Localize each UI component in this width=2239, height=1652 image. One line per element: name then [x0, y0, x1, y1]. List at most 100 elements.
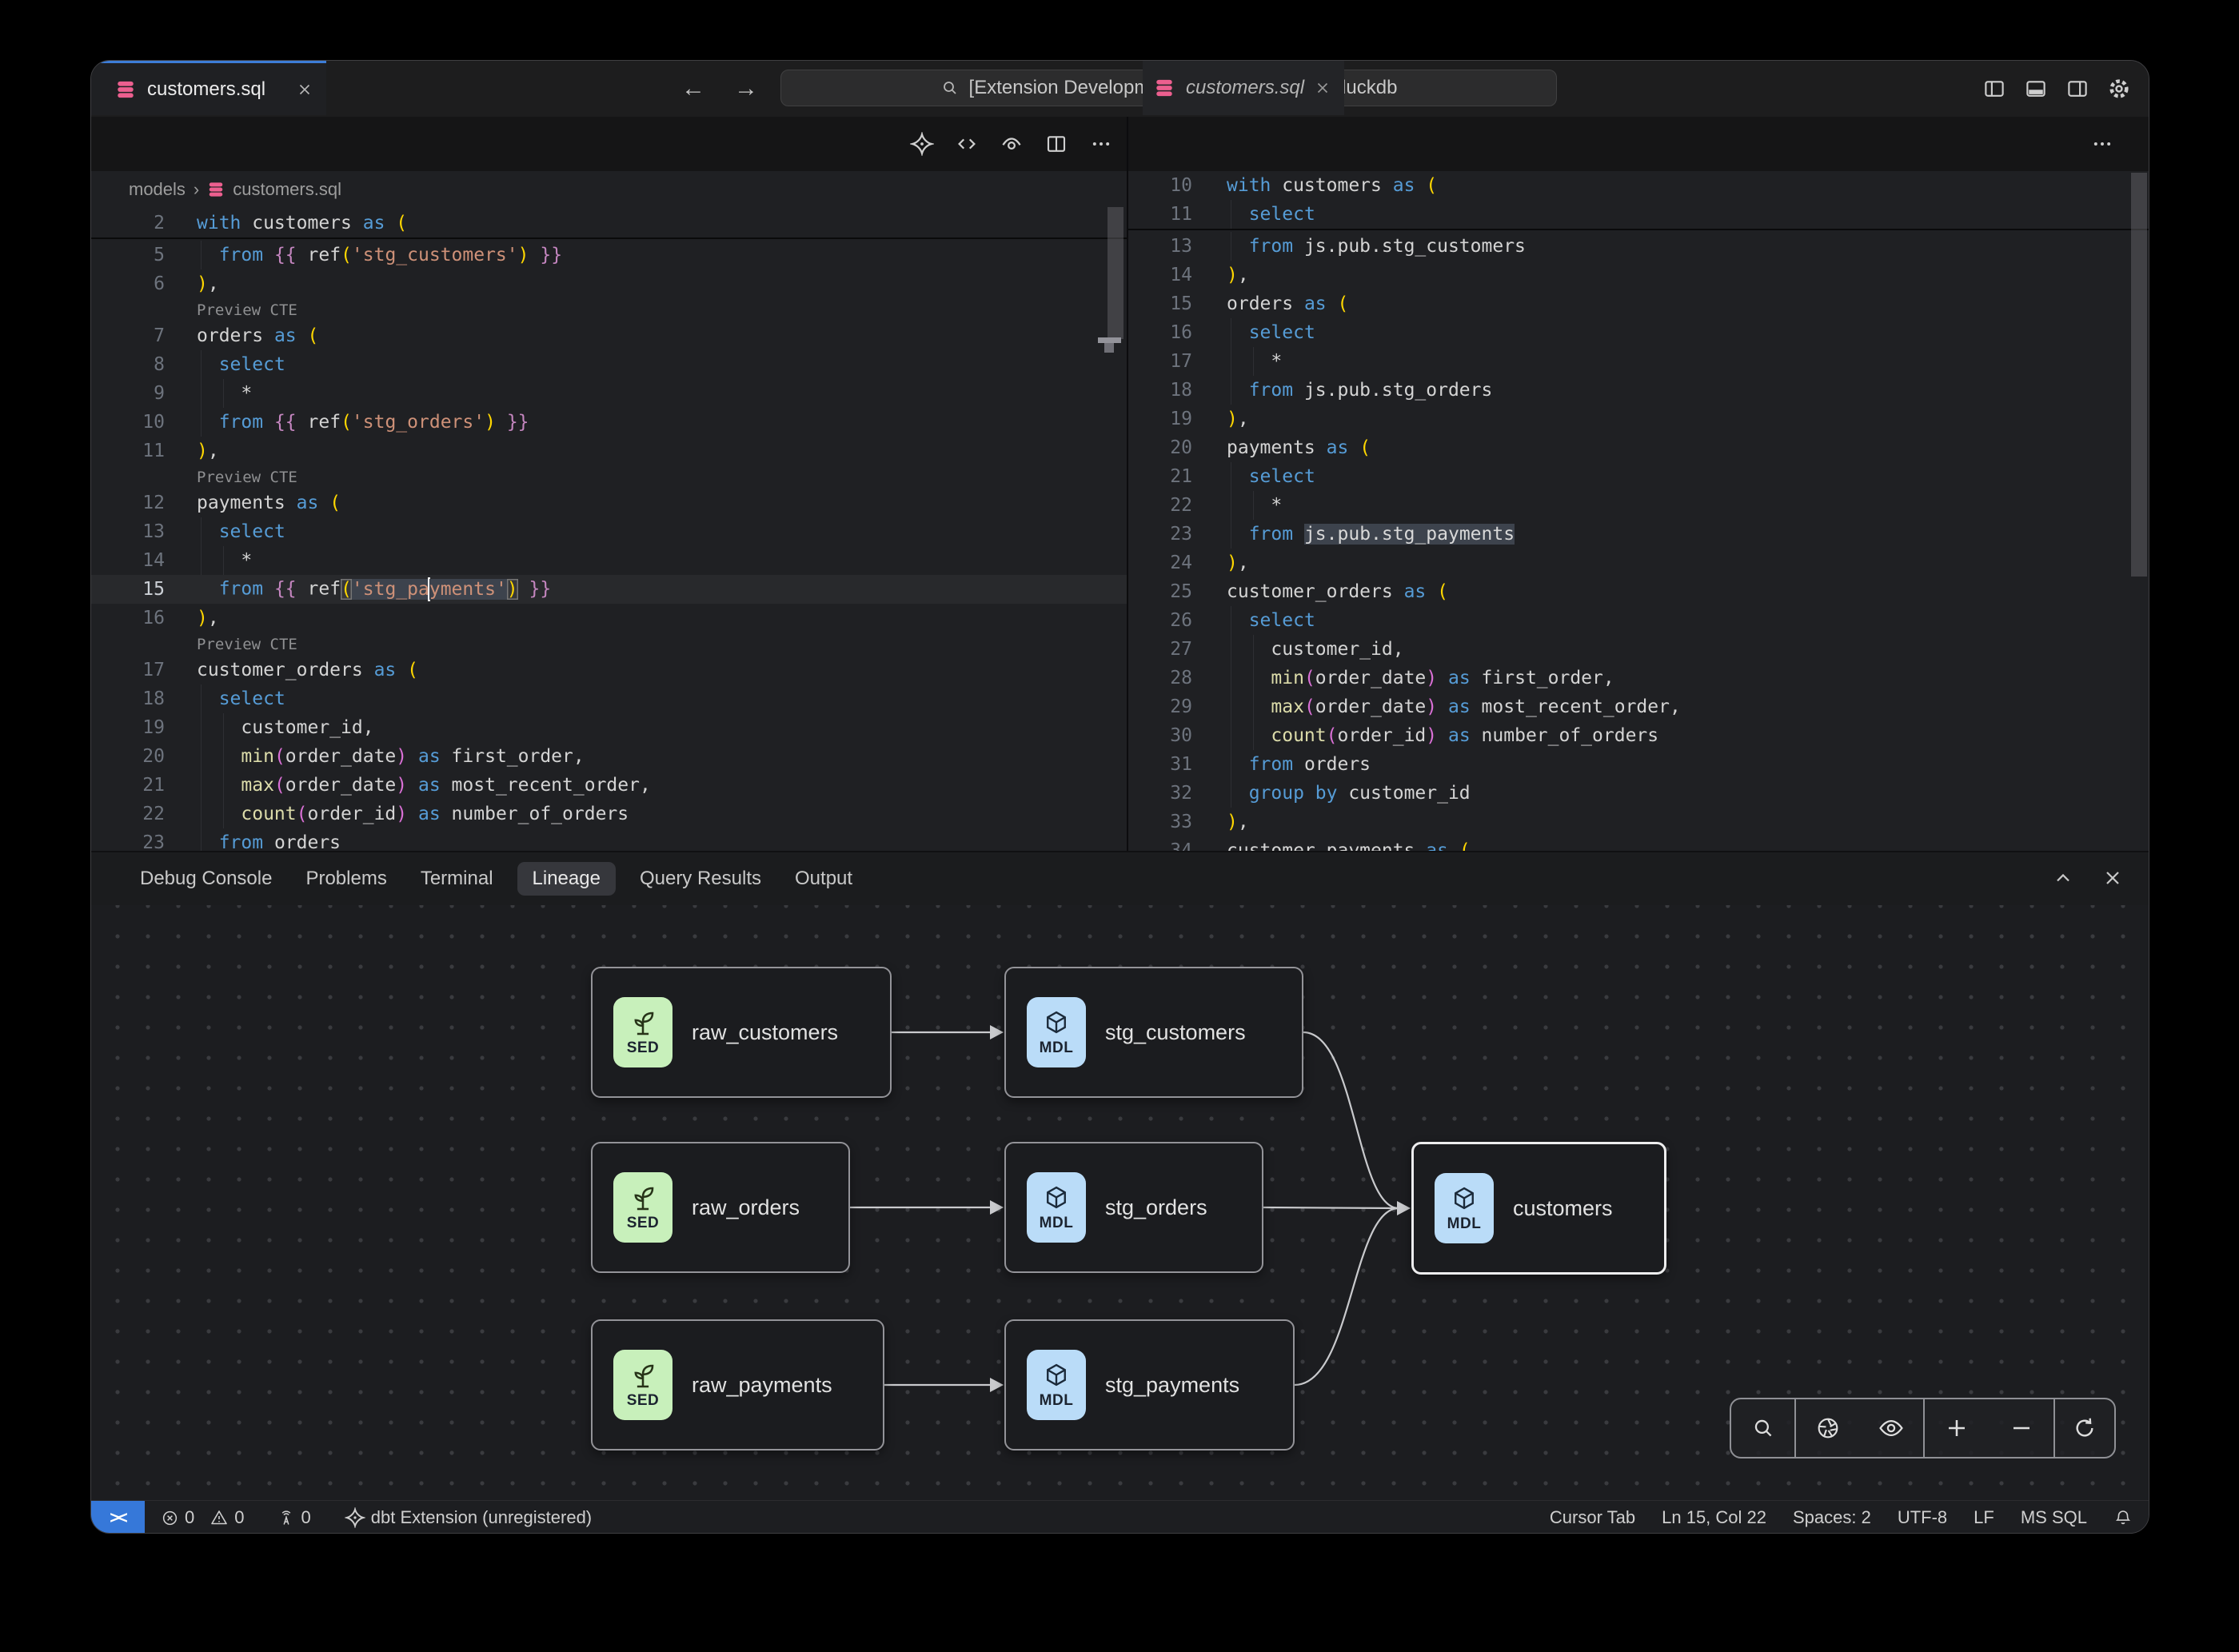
lineage-node-customers[interactable]: MDLcustomers — [1411, 1142, 1666, 1275]
close-tab-icon[interactable] — [296, 81, 313, 98]
code-line-left-10[interactable]: 10 from {{ ref('stg_orders') }} — [91, 408, 1127, 437]
refresh-icon[interactable] — [2071, 1415, 2098, 1442]
forward-icon[interactable]: → — [734, 61, 758, 117]
code-line-right-29[interactable]: 29 max(order_date) as most_recent_order, — [1128, 692, 2133, 721]
inline-code-icon[interactable] — [953, 130, 980, 158]
dbt-icon[interactable] — [908, 130, 936, 158]
code-line-left-19[interactable]: 19 customer_id, — [91, 713, 1127, 742]
lineage-node-raw_customers[interactable]: SEDraw_customers — [591, 967, 892, 1098]
code-line-right-23[interactable]: 23 from js.pub.stg_payments — [1128, 520, 2133, 549]
code-line-right-26[interactable]: 26 select — [1128, 606, 2133, 635]
layout-panel-icon[interactable] — [2022, 75, 2049, 102]
zoom-out-icon[interactable] — [2008, 1415, 2035, 1442]
breadcrumb-folder[interactable]: models — [129, 179, 186, 200]
code-line-left-20[interactable]: 20 min(order_date) as first_order, — [91, 742, 1127, 771]
bell-icon[interactable] — [2113, 1508, 2133, 1527]
close-tab-icon[interactable] — [1314, 79, 1331, 97]
lineage-node-stg_payments[interactable]: MDLstg_payments — [1004, 1319, 1295, 1450]
code-line-left-8[interactable]: 8 select — [91, 350, 1127, 379]
code-line-right-25[interactable]: 25customer_orders as ( — [1128, 577, 2133, 606]
code-line-right-19[interactable]: 19), — [1128, 405, 2133, 433]
code-line-right-20[interactable]: 20payments as ( — [1128, 433, 2133, 462]
code-line-left-21[interactable]: 21 max(order_date) as most_recent_order, — [91, 771, 1127, 800]
code-line-right-18[interactable]: 18 from js.pub.stg_orders — [1128, 376, 2133, 405]
split-editor-icon[interactable] — [1043, 130, 1070, 158]
maximize-panel-icon[interactable] — [2049, 864, 2077, 892]
encoding-status[interactable]: UTF-8 — [1898, 1507, 1947, 1528]
codelens-preview-cte[interactable]: Preview CTE — [91, 298, 1127, 321]
code-line-left-11[interactable]: 11), — [91, 437, 1127, 465]
scrollbar-left-editor[interactable] — [1108, 207, 1123, 339]
panel-tab-debug-console[interactable]: Debug Console — [123, 852, 289, 905]
sticky-code-line-right-10[interactable]: 10with customers as ( — [1128, 171, 2133, 200]
aperture-icon[interactable] — [1814, 1415, 1842, 1442]
scrollbar-right-editor[interactable] — [2131, 173, 2147, 577]
code-line-left-18[interactable]: 18 select — [91, 684, 1127, 713]
sticky-code-line-right-11[interactable]: 11 select — [1128, 200, 2133, 229]
code-line-right-13[interactable]: 13 from js.pub.stg_customers — [1128, 232, 2133, 261]
tab-customers-sql-right[interactable]: customers.sql — [1143, 61, 1344, 115]
layout-sidebar-right-icon[interactable] — [2064, 75, 2091, 102]
code-line-left-12[interactable]: 12payments as ( — [91, 489, 1127, 517]
code-line-left-6[interactable]: 6), — [91, 269, 1127, 298]
cursor-position-status[interactable]: Ln 15, Col 22 — [1662, 1507, 1766, 1528]
sash-handle[interactable] — [1098, 337, 1121, 343]
code-line-left-22[interactable]: 22 count(order_id) as number_of_orders — [91, 800, 1127, 828]
code-line-left-16[interactable]: 16), — [91, 604, 1127, 632]
lineage-node-stg_orders[interactable]: MDLstg_orders — [1004, 1142, 1263, 1273]
editor-group-sash[interactable] — [1127, 117, 1128, 851]
code-line-left-13[interactable]: 13 select — [91, 517, 1127, 546]
back-icon[interactable]: ← — [681, 61, 705, 117]
eol-status[interactable]: LF — [1974, 1507, 1994, 1528]
codelens-preview-cte[interactable]: Preview CTE — [91, 632, 1127, 656]
problems-status[interactable]: 0 0 — [161, 1507, 245, 1528]
code-line-right-33[interactable]: 33), — [1128, 808, 2133, 836]
close-panel-icon[interactable] — [2099, 864, 2126, 892]
code-line-left-5[interactable]: 5 from {{ ref('stg_customers') }} — [91, 241, 1127, 269]
dbt-extension-status[interactable]: dbt Extension (unregistered) — [345, 1507, 592, 1528]
lineage-node-stg_customers[interactable]: MDLstg_customers — [1004, 967, 1303, 1098]
code-line-left-17[interactable]: 17customer_orders as ( — [91, 656, 1127, 684]
codelens-label[interactable]: Preview CTE — [197, 636, 297, 653]
code-line-right-15[interactable]: 15orders as ( — [1128, 289, 2133, 318]
open-preview-icon[interactable] — [998, 130, 1025, 158]
panel-tab-problems[interactable]: Problems — [289, 852, 403, 905]
panel-tab-lineage[interactable]: Lineage — [510, 852, 623, 905]
code-line-left-14[interactable]: 14 * — [91, 546, 1127, 575]
indentation-status[interactable]: Spaces: 2 — [1793, 1507, 1871, 1528]
search-icon[interactable] — [1750, 1415, 1777, 1442]
layout-sidebar-left-icon[interactable] — [1981, 75, 2008, 102]
more-actions-icon[interactable] — [2089, 130, 2116, 158]
lineage-node-raw_payments[interactable]: SEDraw_payments — [591, 1319, 884, 1450]
breadcrumb[interactable]: models › customers.sql — [91, 171, 1127, 208]
settings-gear-icon[interactable] — [2105, 75, 2133, 102]
more-actions-icon[interactable] — [1088, 130, 1115, 158]
code-line-right-27[interactable]: 27 customer_id, — [1128, 635, 2133, 664]
codelens-preview-cte[interactable]: Preview CTE — [91, 465, 1127, 489]
panel-tab-terminal[interactable]: Terminal — [404, 852, 510, 905]
panel-tab-output[interactable]: Output — [778, 852, 869, 905]
breadcrumb-file[interactable]: customers.sql — [233, 179, 341, 200]
code-line-left-9[interactable]: 9 * — [91, 379, 1127, 408]
code-line-right-24[interactable]: 24), — [1128, 549, 2133, 577]
lineage-node-raw_orders[interactable]: SEDraw_orders — [591, 1142, 850, 1273]
code-line-left-7[interactable]: 7orders as ( — [91, 321, 1127, 350]
code-line-right-30[interactable]: 30 count(order_id) as number_of_orders — [1128, 721, 2133, 750]
remote-indicator[interactable]: >< — [91, 1501, 145, 1534]
code-line-right-17[interactable]: 17 * — [1128, 347, 2133, 376]
code-line-right-22[interactable]: 22 * — [1128, 491, 2133, 520]
language-mode-status[interactable]: MS SQL — [2021, 1507, 2087, 1528]
code-line-left-15[interactable]: 15 from {{ ref('stg_payments') }} — [91, 575, 1127, 604]
code-line-right-32[interactable]: 32 group by customer_id — [1128, 779, 2133, 808]
code-line-right-28[interactable]: 28 min(order_date) as first_order, — [1128, 664, 2133, 692]
ports-status[interactable]: 0 — [277, 1507, 311, 1528]
eye-icon[interactable] — [1878, 1415, 1905, 1442]
cursor-tab-status[interactable]: Cursor Tab — [1550, 1507, 1635, 1528]
codelens-label[interactable]: Preview CTE — [197, 301, 297, 319]
code-line-right-16[interactable]: 16 select — [1128, 318, 2133, 347]
codelens-label[interactable]: Preview CTE — [197, 469, 297, 486]
zoom-in-icon[interactable] — [1943, 1415, 1970, 1442]
panel-tab-query-results[interactable]: Query Results — [623, 852, 778, 905]
code-line-right-21[interactable]: 21 select — [1128, 462, 2133, 491]
tab-customers-sql-left[interactable]: customers.sql — [91, 61, 326, 115]
